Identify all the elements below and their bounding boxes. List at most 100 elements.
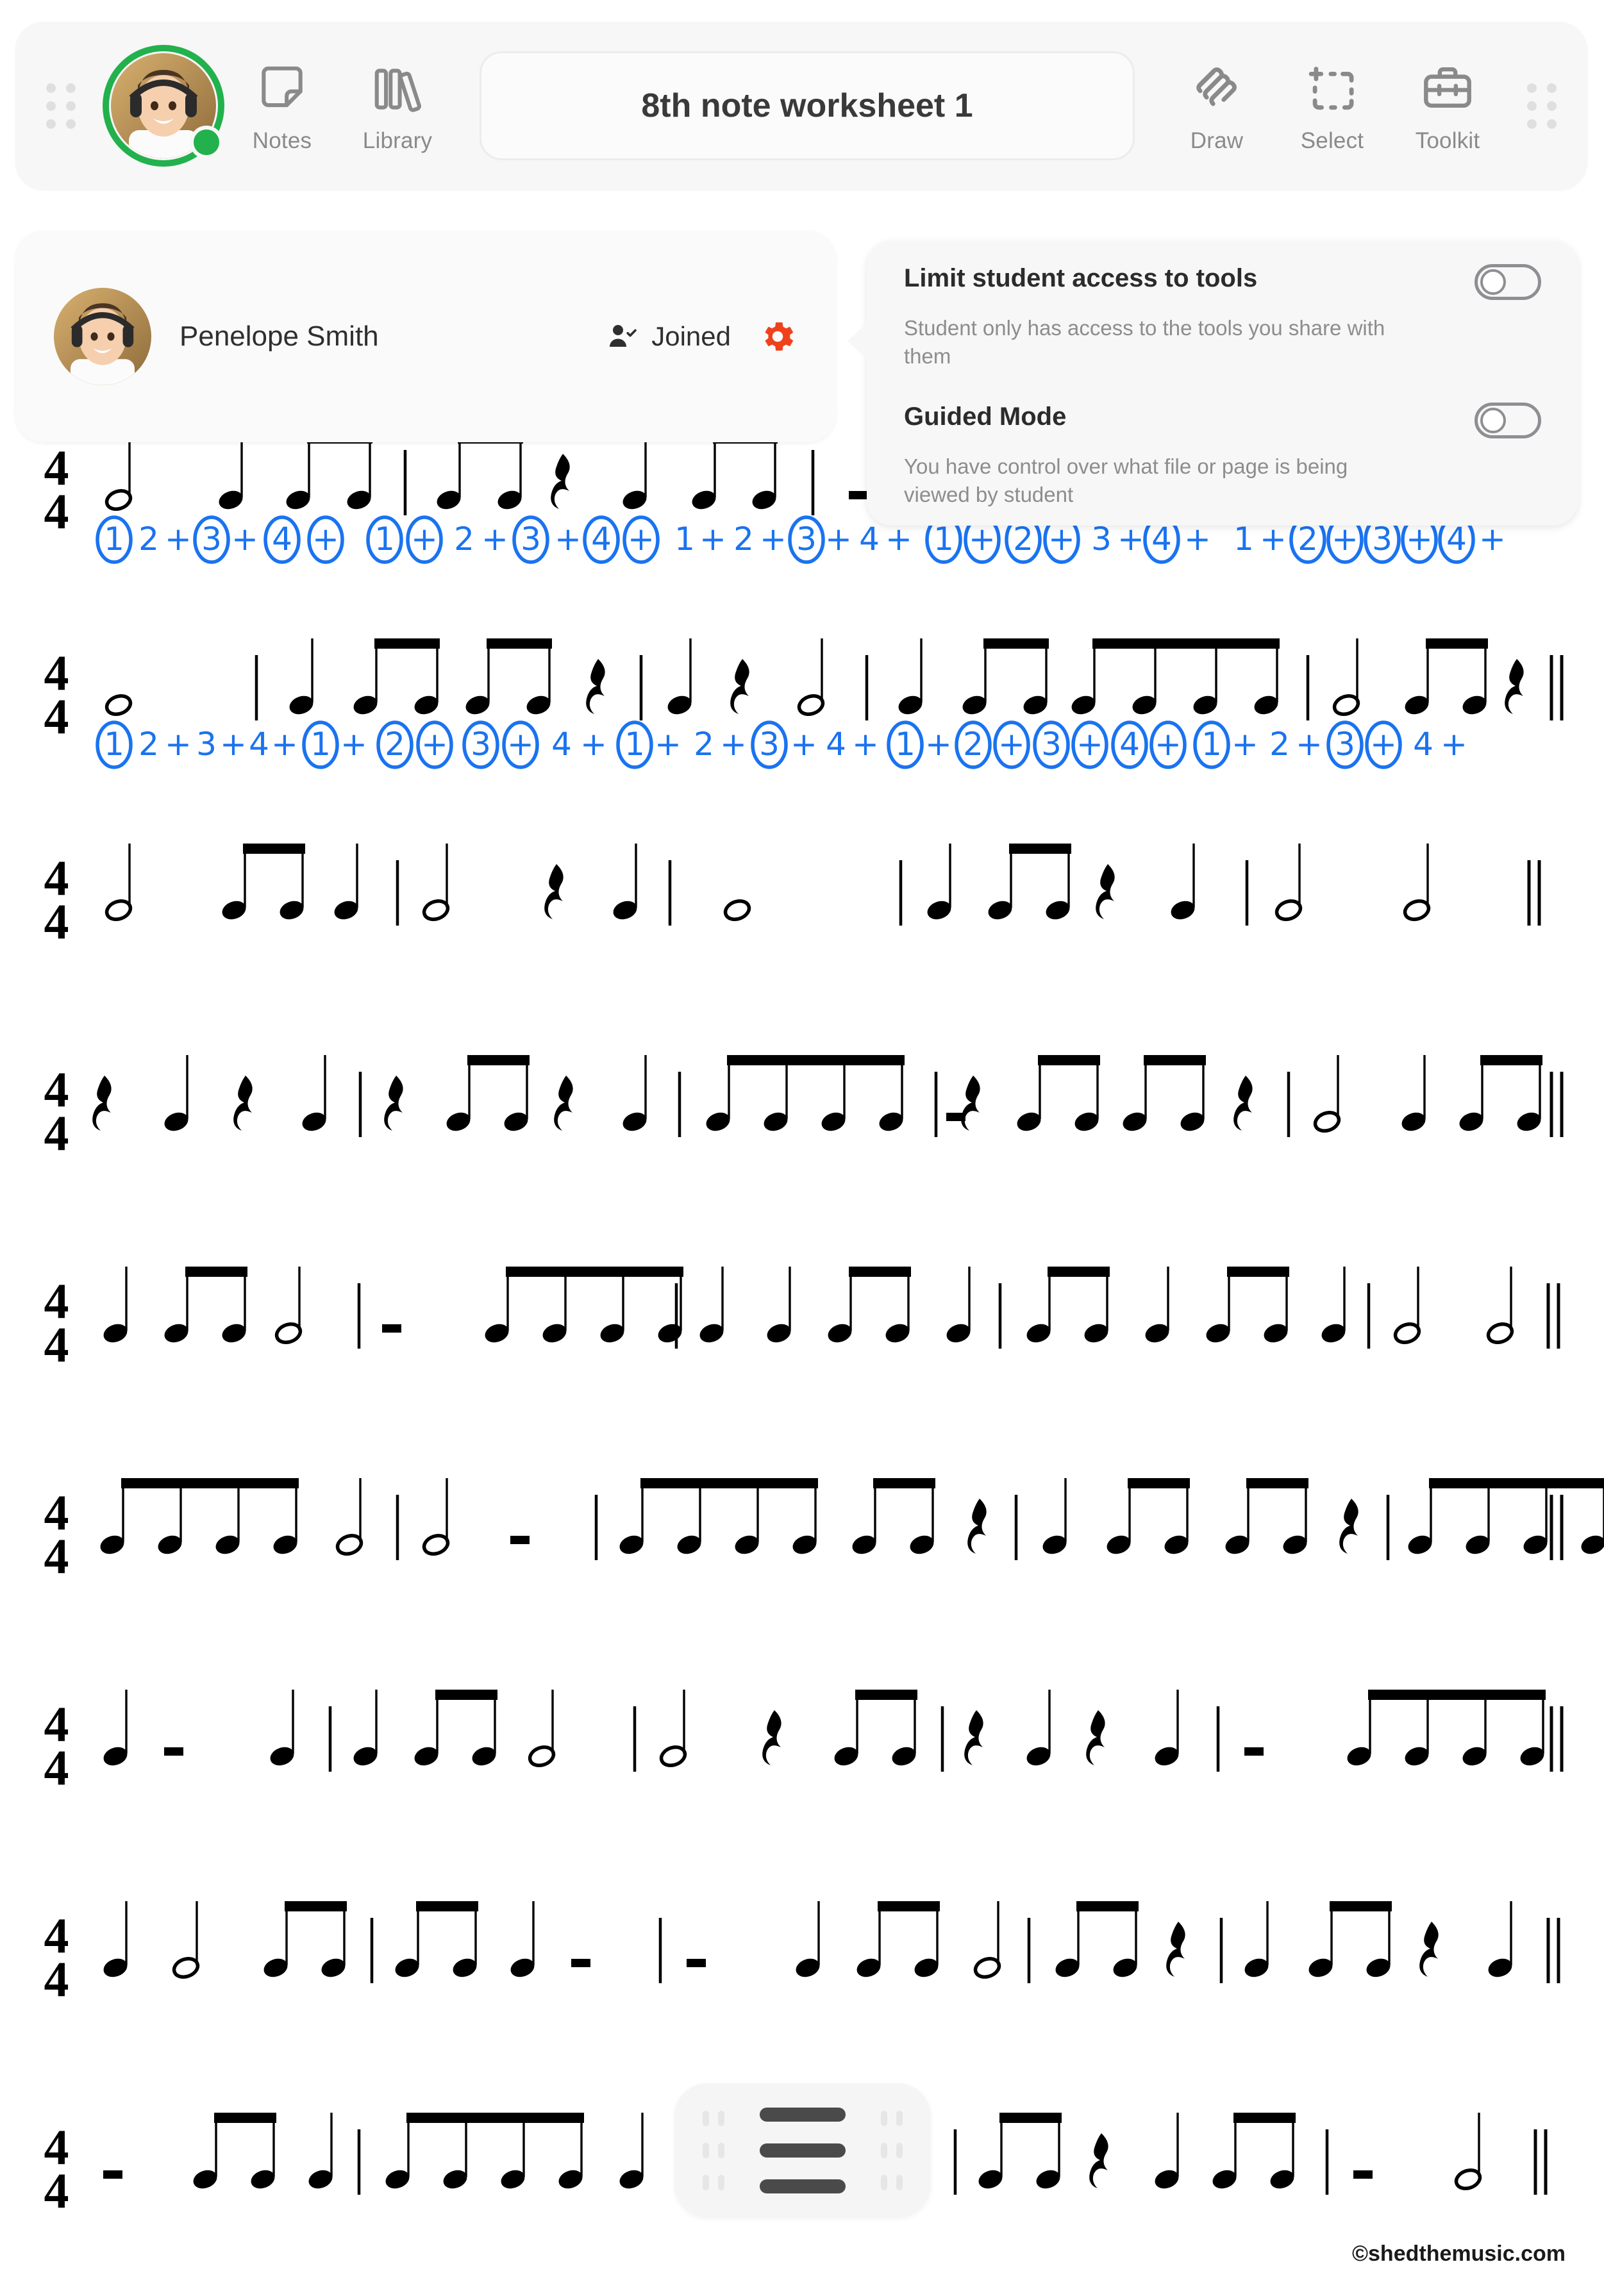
svg-text:+: +: [720, 726, 747, 763]
svg-text:4: 4: [591, 520, 612, 558]
document-title-field[interactable]: 8th note worksheet 1: [480, 51, 1135, 160]
setting-title: Limit student access to tools: [904, 264, 1258, 292]
svg-text:4: 4: [551, 726, 572, 763]
svg-text:4: 4: [44, 1528, 69, 1584]
svg-text:2: 2: [733, 520, 754, 558]
svg-text:+: +: [825, 520, 852, 558]
handle-dot: [66, 119, 76, 129]
svg-text:+: +: [1479, 520, 1506, 558]
menu-bar: [760, 2108, 846, 2122]
svg-text:+: +: [885, 520, 912, 558]
handle-dot: [66, 101, 76, 111]
toolbar-item-select[interactable]: Select: [1274, 58, 1390, 154]
floating-menu-handle-right[interactable]: [881, 2111, 903, 2190]
svg-text:+: +: [481, 520, 508, 558]
svg-text:4: 4: [44, 483, 69, 539]
toolbar-item-label: Notes: [252, 128, 312, 153]
svg-text:+: +: [790, 726, 817, 763]
svg-text:3: 3: [759, 726, 780, 763]
svg-text:4: 4: [249, 726, 269, 763]
student-card[interactable]: Penelope Smith Joined: [15, 231, 836, 442]
toolbar-item-label: Draw: [1190, 128, 1244, 153]
handle-dot: [46, 101, 56, 111]
student-status: Joined: [606, 321, 731, 352]
student-settings-popup: Limit student access to tools Student on…: [848, 241, 1578, 526]
svg-text:2: 2: [1298, 520, 1318, 558]
svg-text:+: +: [1184, 520, 1211, 558]
svg-text:+: +: [1260, 520, 1287, 558]
svg-text:+: +: [655, 726, 681, 763]
svg-text:3: 3: [201, 520, 222, 558]
page-title: 8th note worksheet 1: [641, 87, 973, 124]
svg-text:4: 4: [44, 1740, 69, 1795]
svg-text:4: 4: [859, 520, 880, 558]
handle-dot: [718, 2143, 724, 2158]
svg-text:2: 2: [963, 726, 983, 763]
handle-dot: [1547, 119, 1557, 129]
svg-text:3: 3: [521, 520, 541, 558]
svg-text:1: 1: [374, 520, 395, 558]
svg-text:+: +: [411, 520, 438, 558]
footer-credit: ©shedthemusic.com: [1351, 2242, 1566, 2266]
svg-text:+: +: [165, 520, 192, 558]
hamburger-menu-icon[interactable]: [760, 2108, 846, 2193]
svg-text:1: 1: [104, 520, 124, 558]
handle-dot: [896, 2111, 903, 2126]
svg-text:+: +: [628, 520, 655, 558]
handle-dot: [66, 83, 76, 93]
handle-dot: [1527, 83, 1537, 93]
svg-text:+: +: [852, 726, 879, 763]
svg-text:4: 4: [272, 520, 292, 558]
handle-dot: [46, 83, 56, 93]
menu-bar: [760, 2143, 846, 2158]
svg-text:+: +: [969, 520, 996, 558]
toolbar-item-library[interactable]: Library: [340, 58, 455, 154]
handle-dot: [718, 2111, 724, 2126]
svg-text:4: 4: [44, 1105, 69, 1161]
handle-dot: [881, 2175, 887, 2190]
setting-guided-mode: Guided Mode You have control over what f…: [904, 402, 1541, 509]
toggle-knob: [1480, 269, 1506, 295]
svg-text:4: 4: [44, 1317, 69, 1372]
handle-dot: [703, 2175, 709, 2190]
toolbar-item-toolkit[interactable]: Toolkit: [1390, 58, 1505, 154]
svg-text:4: 4: [44, 1951, 69, 2007]
svg-text:+: +: [165, 726, 192, 763]
handle-dot: [1527, 101, 1537, 111]
floating-menu-handle-left[interactable]: [703, 2111, 724, 2190]
avatar[interactable]: [103, 45, 224, 167]
handle-dot: [703, 2143, 709, 2158]
toolbar-item-draw[interactable]: Draw: [1159, 58, 1274, 154]
svg-text:+: +: [1370, 726, 1397, 763]
marquee-select-icon: [1305, 58, 1360, 117]
svg-text:+: +: [507, 726, 534, 763]
svg-text:+: +: [580, 726, 607, 763]
svg-text:1: 1: [624, 726, 645, 763]
svg-text:1: 1: [674, 520, 695, 558]
toolbar-item-label: Toolkit: [1415, 128, 1480, 153]
gear-icon[interactable]: [758, 317, 798, 356]
toolbar-drag-handle-left[interactable]: [46, 83, 76, 129]
toolbar-drag-handle-right[interactable]: [1527, 83, 1557, 129]
floating-menu-button[interactable]: [674, 2083, 931, 2218]
svg-text:+: +: [760, 520, 787, 558]
student-name: Penelope Smith: [180, 320, 379, 352]
toolbar-item-label: Select: [1300, 128, 1364, 153]
svg-text:3: 3: [1372, 520, 1392, 558]
svg-text:1: 1: [1233, 520, 1254, 558]
svg-text:4: 4: [1151, 520, 1172, 558]
student-status-label: Joined: [651, 321, 731, 351]
setting-description: Student only has access to the tools you…: [904, 316, 1385, 368]
svg-text:1: 1: [1201, 726, 1222, 763]
svg-text:+: +: [231, 520, 258, 558]
svg-text:4: 4: [1446, 520, 1467, 558]
guided-mode-toggle[interactable]: [1475, 402, 1541, 438]
toolbar-item-notes[interactable]: Notes: [224, 58, 340, 154]
svg-text:+: +: [1117, 520, 1144, 558]
svg-text:+: +: [1332, 520, 1358, 558]
limit-tools-toggle[interactable]: [1475, 264, 1541, 300]
handle-dot: [896, 2175, 903, 2190]
svg-text:+: +: [1406, 520, 1433, 558]
svg-text:+: +: [421, 726, 448, 763]
handle-dot: [896, 2143, 903, 2158]
